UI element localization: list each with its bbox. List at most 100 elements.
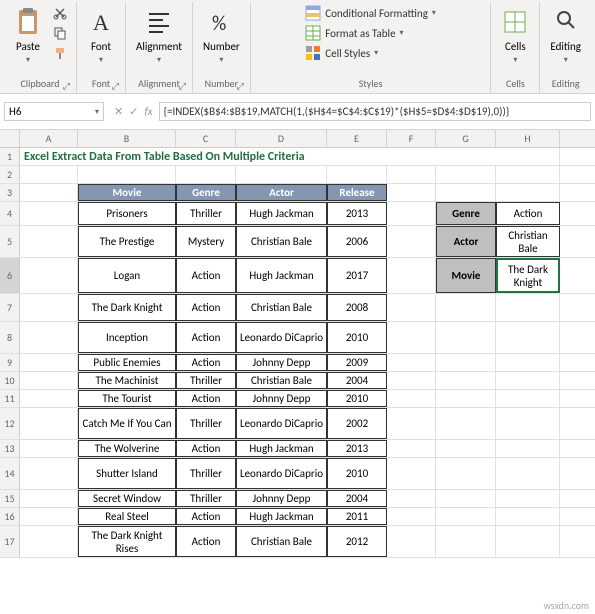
col-header[interactable]: A — [20, 130, 78, 147]
table-cell[interactable]: The Tourist — [78, 390, 176, 407]
cell[interactable] — [20, 458, 78, 489]
name-box[interactable]: H6 ▾ — [4, 102, 104, 121]
cell[interactable] — [436, 508, 496, 525]
lookup-actor-value[interactable]: Christian Bale — [496, 226, 560, 257]
table-cell[interactable]: Thriller — [176, 490, 236, 507]
cell[interactable] — [436, 294, 496, 321]
cell[interactable] — [387, 184, 436, 201]
table-cell[interactable]: The Wolverine — [78, 440, 176, 457]
cell[interactable] — [20, 294, 78, 321]
cell[interactable] — [436, 184, 496, 201]
cancel-icon[interactable]: ✕ — [114, 105, 123, 118]
table-cell[interactable]: Hugh Jackman — [236, 258, 327, 293]
cell[interactable] — [20, 508, 78, 525]
col-header[interactable]: H — [496, 130, 560, 147]
table-header[interactable]: Release — [327, 184, 387, 201]
cell[interactable] — [496, 440, 560, 457]
cell[interactable] — [496, 390, 560, 407]
table-cell[interactable]: 2009 — [327, 354, 387, 371]
table-cell[interactable]: Thriller — [176, 408, 236, 439]
row-header[interactable]: 7 — [0, 294, 20, 321]
table-cell[interactable]: Johnny Depp — [236, 390, 327, 407]
cell[interactable] — [20, 184, 78, 201]
table-cell[interactable]: Real Steel — [78, 508, 176, 525]
editing-button[interactable]: Editing ▾ — [546, 4, 585, 67]
row-header[interactable]: 8 — [0, 322, 20, 353]
cell[interactable] — [387, 458, 436, 489]
cell[interactable] — [20, 440, 78, 457]
row-header[interactable]: 12 — [0, 408, 20, 439]
table-cell[interactable]: Secret Window — [78, 490, 176, 507]
cells-button[interactable]: Cells ▾ — [497, 4, 533, 67]
table-cell[interactable]: Leonardo DiCaprio — [236, 458, 327, 489]
table-cell[interactable]: Action — [176, 354, 236, 371]
table-cell[interactable]: 2012 — [327, 526, 387, 557]
lookup-actor-label[interactable]: Actor — [436, 226, 496, 257]
table-cell[interactable]: Leonardo DiCaprio — [236, 322, 327, 353]
table-cell[interactable]: Mystery — [176, 226, 236, 257]
cell[interactable] — [387, 440, 436, 457]
cell[interactable] — [387, 202, 436, 225]
cell[interactable] — [387, 322, 436, 353]
row-header[interactable]: 11 — [0, 390, 20, 407]
cell[interactable] — [20, 322, 78, 353]
table-cell[interactable]: 2006 — [327, 226, 387, 257]
alignment-button[interactable]: Alignment ▾ — [132, 4, 186, 67]
cell[interactable] — [20, 258, 78, 293]
cell[interactable] — [496, 184, 560, 201]
table-cell[interactable]: The Dark Knight — [78, 294, 176, 321]
row-header[interactable]: 5 — [0, 226, 20, 257]
table-cell[interactable]: 2013 — [327, 440, 387, 457]
cell[interactable] — [496, 508, 560, 525]
cell[interactable] — [496, 354, 560, 371]
table-cell[interactable]: Thriller — [176, 202, 236, 225]
table-cell[interactable]: 2011 — [327, 508, 387, 525]
cell[interactable] — [436, 440, 496, 457]
enter-icon[interactable]: ✓ — [129, 105, 138, 118]
cell[interactable] — [496, 526, 560, 557]
table-cell[interactable]: The Prestige — [78, 226, 176, 257]
dialog-launcher-icon[interactable]: ⤢ — [63, 81, 70, 92]
row-header[interactable]: 6 — [0, 258, 20, 293]
table-cell[interactable]: Action — [176, 294, 236, 321]
cell[interactable] — [496, 490, 560, 507]
table-cell[interactable]: Johnny Depp — [236, 490, 327, 507]
cell[interactable] — [436, 526, 496, 557]
cell[interactable] — [176, 166, 236, 183]
cell[interactable] — [387, 354, 436, 371]
col-header[interactable]: B — [78, 130, 176, 147]
row-header[interactable]: 10 — [0, 372, 20, 389]
cell[interactable] — [20, 390, 78, 407]
row-header[interactable]: 14 — [0, 458, 20, 489]
cell[interactable] — [20, 408, 78, 439]
cell[interactable] — [436, 490, 496, 507]
col-header[interactable]: F — [387, 130, 436, 147]
table-cell[interactable]: Hugh Jackman — [236, 440, 327, 457]
table-cell[interactable]: 2004 — [327, 372, 387, 389]
col-header[interactable]: D — [236, 130, 327, 147]
table-cell[interactable]: Action — [176, 508, 236, 525]
cell[interactable] — [20, 490, 78, 507]
cell[interactable] — [496, 294, 560, 321]
table-cell[interactable]: Christian Bale — [236, 226, 327, 257]
cell[interactable] — [387, 294, 436, 321]
table-cell[interactable]: 2010 — [327, 458, 387, 489]
worksheet[interactable]: A B C D E F G H 1Excel Extract Data From… — [0, 130, 595, 558]
table-cell[interactable]: Christian Bale — [236, 372, 327, 389]
cell[interactable] — [20, 226, 78, 257]
col-header[interactable]: C — [176, 130, 236, 147]
row-header[interactable]: 17 — [0, 526, 20, 557]
cell[interactable] — [20, 372, 78, 389]
cell[interactable] — [496, 322, 560, 353]
cell[interactable] — [387, 226, 436, 257]
conditional-formatting-button[interactable]: Conditional Formatting▾ — [303, 4, 438, 22]
dialog-launcher-icon[interactable]: ⤢ — [237, 81, 244, 92]
col-header[interactable]: E — [327, 130, 387, 147]
lookup-movie-label[interactable]: Movie — [436, 258, 496, 293]
cell[interactable] — [20, 202, 78, 225]
table-header[interactable]: Actor — [236, 184, 327, 201]
table-cell[interactable]: Leonardo DiCaprio — [236, 408, 327, 439]
table-cell[interactable]: 2004 — [327, 490, 387, 507]
lookup-genre-label[interactable]: Genre — [436, 202, 496, 225]
table-cell[interactable]: Johnny Depp — [236, 354, 327, 371]
